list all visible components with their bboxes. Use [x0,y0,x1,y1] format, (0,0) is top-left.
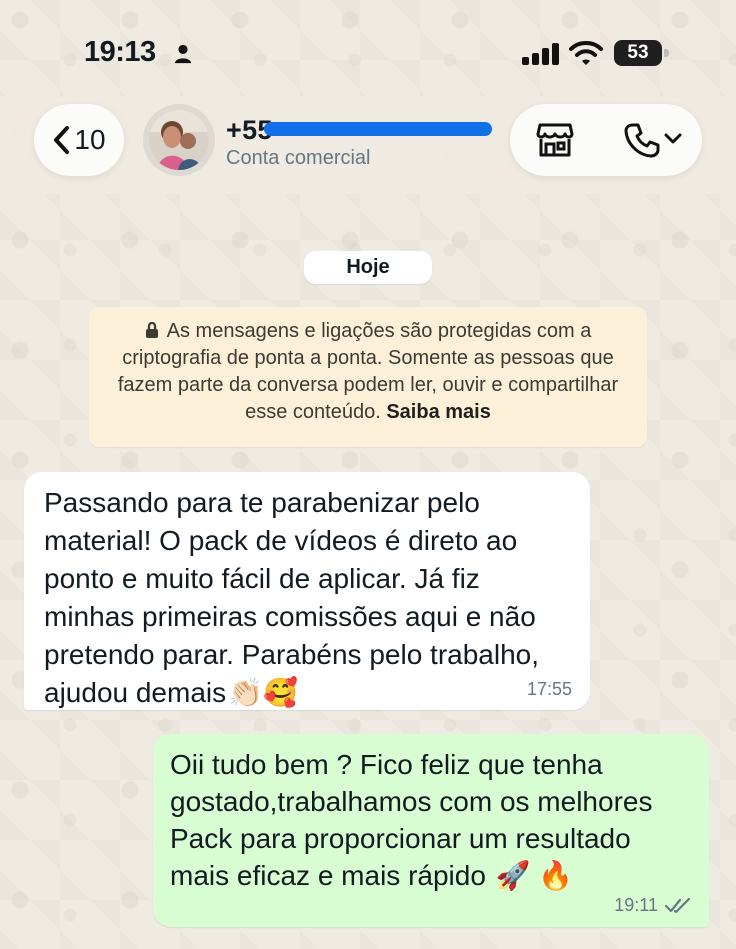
outgoing-message-emoji: 🚀 🔥 [495,860,574,891]
store-icon[interactable] [536,122,574,158]
signal-bars-icon [522,43,559,65]
person-icon [174,44,192,64]
encryption-notice[interactable]: As mensagens e ligações são protegidas c… [89,307,647,447]
incoming-message-text: Passando para te parabenizar pelo materi… [44,484,572,712]
chevron-left-icon [54,126,70,154]
wifi-icon [569,41,603,65]
double-check-icon [665,897,691,913]
chat-actions-pill [510,104,702,176]
phone-icon[interactable] [624,122,660,158]
incoming-message-emoji: 👏🏻🥰 [228,677,298,708]
day-divider: Hoje [304,251,432,284]
battery-tip [664,49,669,57]
incoming-message[interactable]: Passando para te parabenizar pelo materi… [24,472,590,710]
unread-count: 10 [74,124,106,155]
message-list[interactable]: Hoje As mensagens e ligações são protegi… [0,194,736,949]
battery-level: 53 [614,40,662,66]
encryption-text: As mensagens e ligações são protegidas c… [117,320,619,423]
status-bar: 19:13 53 [0,0,736,96]
saiba-mais-link[interactable]: Saiba mais [386,401,491,423]
outgoing-message-meta: 19:11 [614,895,691,916]
chat-header: 10 +55 Conta comercial [0,96,736,194]
incoming-message-time: 17:55 [526,679,572,699]
outgoing-message-body: Oii tudo bem ? Fico feliz que tenha gost… [170,749,653,891]
status-time: 19:13 [84,36,156,68]
chevron-down-icon[interactable] [664,133,682,145]
outgoing-message-time: 19:11 [614,895,658,915]
back-button[interactable]: 10 [34,104,124,176]
lock-icon [145,321,158,338]
redaction-mark [264,122,492,136]
contact-label: Conta comercial [226,147,371,169]
outgoing-message[interactable]: Oii tudo bem ? Fico feliz que tenha gost… [153,734,709,927]
avatar [149,110,209,170]
contact-avatar-button[interactable] [143,104,215,176]
outgoing-message-text: Oii tudo bem ? Fico feliz que tenha gost… [170,746,691,894]
